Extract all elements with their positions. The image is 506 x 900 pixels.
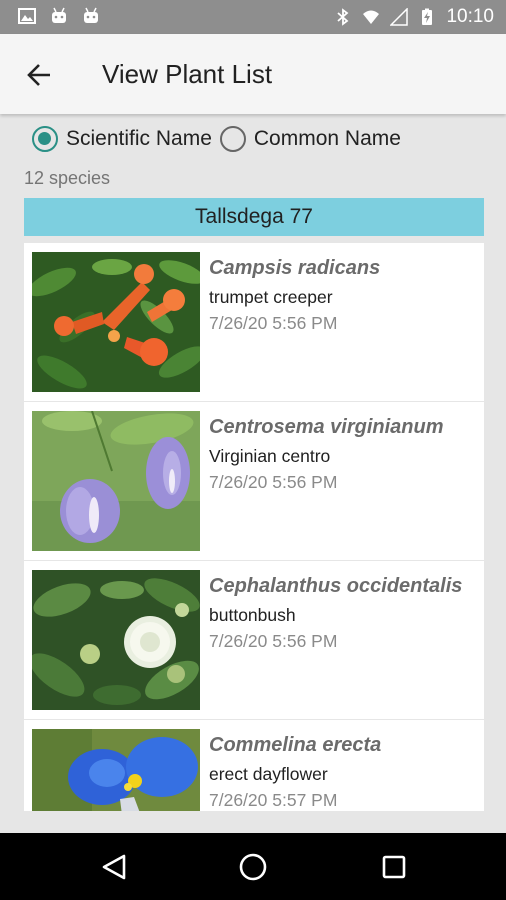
wifi-icon [363,10,380,24]
buttonbush-photo [32,570,200,710]
common-name: trumpet creeper [209,287,333,307]
list-header: Tallsdega 77 [24,198,484,236]
home-circle-icon [239,853,267,881]
nav-back-button[interactable] [96,849,132,885]
back-triangle-icon [102,854,126,880]
list-item[interactable]: Centrosema virginianum Virginian centro … [24,402,484,560]
nav-home-button[interactable] [235,849,271,885]
common-name: Virginian centro [209,446,331,466]
page-title: View Plant List [102,59,273,89]
notification-icons [18,7,100,25]
centrosema-photo [32,411,200,551]
list-item[interactable]: Cephalanthus occidentalis buttonbush 7/2… [24,561,484,719]
battery-charging-icon [422,8,433,25]
app-bar: View Plant List [0,34,506,114]
radio-label[interactable]: Scientific Name [66,127,212,151]
arrow-left-icon [27,64,50,86]
android-icon [84,7,98,23]
radio-scientific-name[interactable]: Scientific Name [32,126,212,152]
dayflower-photo [32,729,200,811]
common-name: erect dayflower [209,764,328,784]
radio-label[interactable]: Common Name [254,127,401,151]
radio-button-unchecked[interactable] [219,126,246,152]
timestamp: 7/26/20 5:56 PM [209,472,338,492]
species-count: 12 species [24,168,111,188]
scientific-name: Cephalanthus occidentalis [209,575,463,597]
plant-photo [32,729,200,811]
timestamp: 7/26/20 5:57 PM [209,790,338,810]
plant-photo [32,570,200,710]
system-nav-bar [0,833,506,900]
scientific-name: Centrosema virginianum [209,416,444,438]
plant-photo [32,411,200,551]
name-mode-selector: Scientific Name Common Name [32,123,409,155]
recents-square-icon [382,855,406,879]
radio-common-name[interactable]: Common Name [219,126,401,152]
timestamp: 7/26/20 5:56 PM [209,631,338,651]
bluetooth-icon [337,8,349,26]
image-icon [18,8,36,24]
scientific-name: Campsis radicans [209,257,381,279]
nav-recents-button[interactable] [376,849,412,885]
common-name: buttonbush [209,605,296,625]
back-button[interactable] [20,56,58,94]
timestamp: 7/26/20 5:56 PM [209,313,338,333]
signal-icon [390,8,409,26]
radio-button-checked[interactable] [32,126,58,152]
list-item[interactable]: Campsis radicans trumpet creeper 7/26/20… [24,243,484,401]
android-icon [52,7,66,23]
plant-photo [32,252,200,392]
trumpet-creeper-photo [32,252,200,392]
plant-list: Campsis radicans trumpet creeper 7/26/20… [24,243,484,811]
status-bar: 10:10 [0,0,506,34]
scientific-name: Commelina erecta [209,734,382,756]
system-icons: 10:10 [334,5,494,29]
clock: 10:10 [446,6,494,27]
list-item[interactable]: Commelina erecta erect dayflower 7/26/20… [24,720,484,811]
